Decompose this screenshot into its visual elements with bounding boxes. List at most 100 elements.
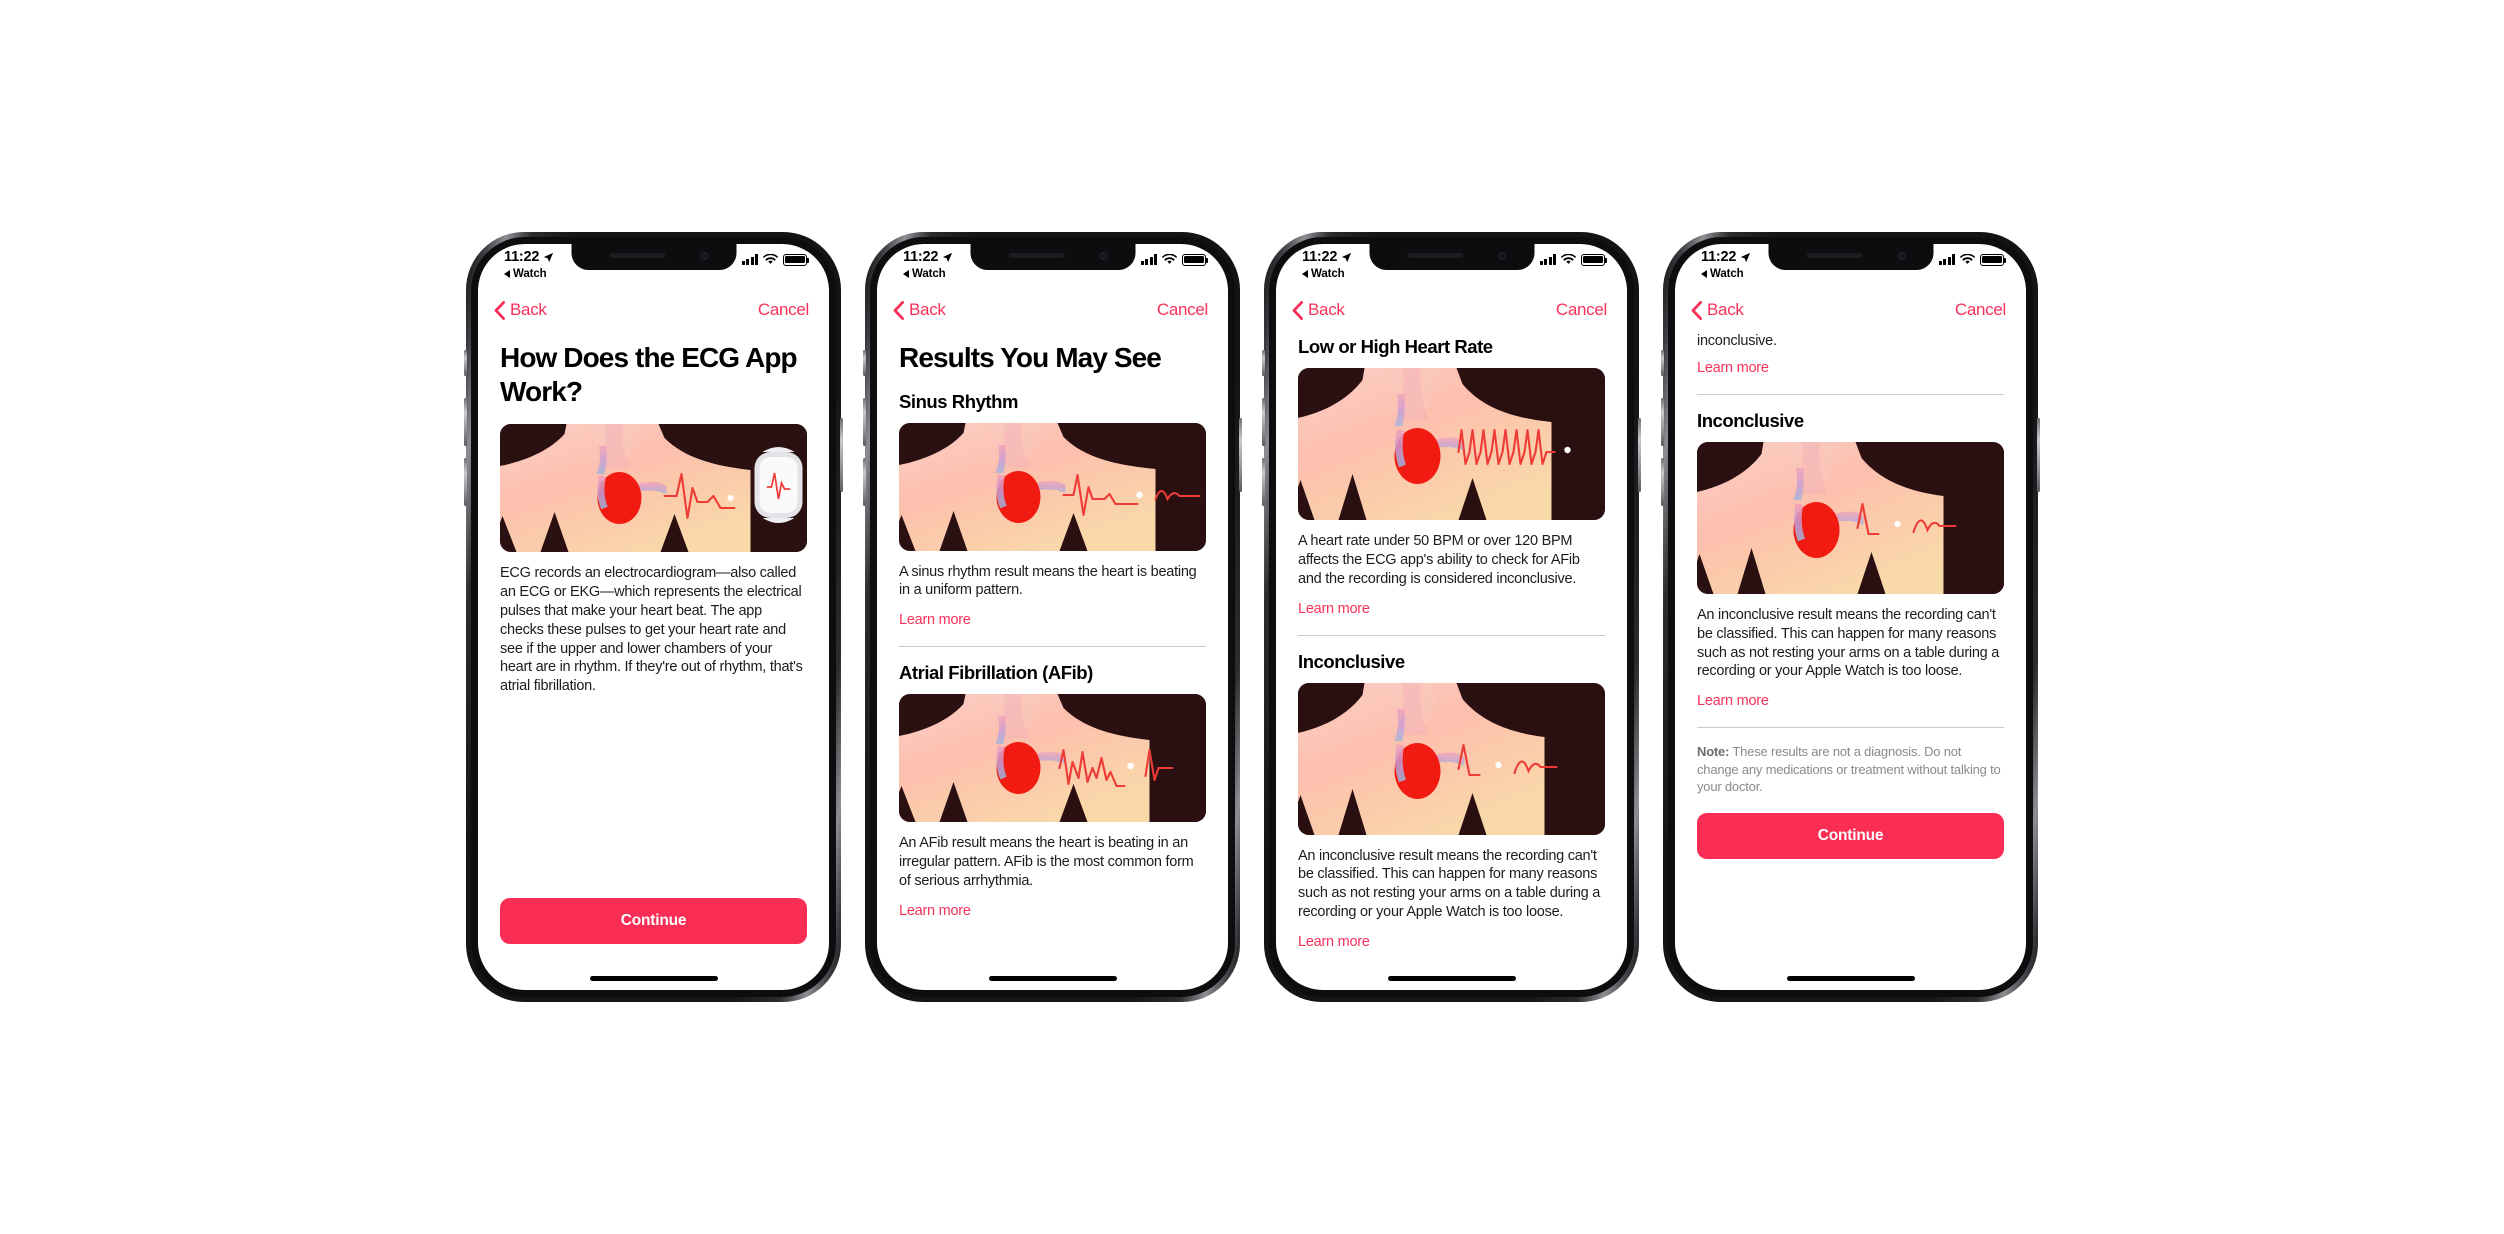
notch <box>571 244 736 270</box>
learn-more-link-afib[interactable]: Learn more <box>899 903 971 919</box>
learn-more-link-heart-rate[interactable]: Learn more <box>1298 601 1370 617</box>
silent-switch[interactable] <box>863 350 866 376</box>
location-arrow-icon <box>1741 252 1751 262</box>
body-text-1: ECG records an electrocardiogram—also ca… <box>500 565 803 695</box>
body-text-sinus-rhythm: A sinus rhythm result means the heart is… <box>899 563 1197 599</box>
power-button[interactable] <box>840 418 843 492</box>
front-camera <box>1897 252 1905 260</box>
earpiece-speaker <box>1806 253 1862 258</box>
front-camera <box>1498 252 1506 260</box>
section-title-inconclusive-3: Inconclusive <box>1298 650 1405 672</box>
silent-switch[interactable] <box>1661 350 1664 376</box>
section-divider-4 <box>1697 393 2004 395</box>
back-triangle-icon <box>1302 270 1308 279</box>
nav-cancel-button-1[interactable]: Cancel <box>758 300 809 320</box>
wifi-icon <box>1162 254 1177 265</box>
torso-heart-afib-illustration <box>899 694 1206 823</box>
nav-back-button-4[interactable]: Back <box>1691 300 1744 320</box>
learn-more-link-clipped-4[interactable]: Learn more <box>1697 360 1769 376</box>
page-title-1: How Does the ECG App Work? <box>500 342 798 407</box>
front-camera <box>700 252 708 260</box>
note-disclaimer: Note: These results are not a diagnosis.… <box>1697 743 2004 795</box>
status-back-label: Watch <box>1311 267 1345 280</box>
wifi-icon <box>1561 254 1576 265</box>
home-indicator-1[interactable] <box>589 976 718 981</box>
phone-1-screen: 11:22 Watch Back Cancel How Does the ECG… <box>478 244 829 990</box>
nav-bar-2: Back Cancel <box>877 288 1228 332</box>
silent-switch[interactable] <box>1262 350 1265 376</box>
learn-more-link-inconclusive-4[interactable]: Learn more <box>1697 693 1769 709</box>
volume-down-button[interactable] <box>863 458 866 506</box>
phone-4-screen: 11:22 Watch Back Cancel inconclusive. Le… <box>1675 244 2026 990</box>
back-triangle-icon <box>1701 270 1707 279</box>
power-button[interactable] <box>1638 418 1641 492</box>
status-time: 11:22 <box>1701 250 1751 265</box>
volume-up-button[interactable] <box>464 398 467 446</box>
page-title-2: Results You May See <box>899 342 1162 373</box>
silent-switch[interactable] <box>464 350 467 376</box>
home-indicator-3[interactable] <box>1387 976 1516 981</box>
nav-back-button-3[interactable]: Back <box>1292 300 1345 320</box>
status-time: 11:22 <box>1302 250 1352 265</box>
learn-more-link-sinus-rhythm[interactable]: Learn more <box>899 612 971 628</box>
nav-back-label-1: Back <box>510 300 547 319</box>
home-indicator-4[interactable] <box>1786 976 1915 981</box>
phone-3-screen: 11:22 Watch Back Cancel Low or High Hear… <box>1276 244 1627 990</box>
continue-button-4[interactable]: Continue <box>1697 813 2004 860</box>
volume-up-button[interactable] <box>863 398 866 446</box>
torso-heart-ecg-watch-illustration <box>500 424 807 553</box>
nav-back-label-4: Back <box>1707 300 1744 319</box>
notch <box>1768 244 1933 270</box>
power-button[interactable] <box>2037 418 2040 492</box>
volume-up-button[interactable] <box>1262 398 1265 446</box>
phone-4-content: inconclusive. Learn more Inconclusive An… <box>1675 332 2026 990</box>
status-bar-left: 11:22 Watch <box>1701 250 1751 280</box>
nav-cancel-button-4[interactable]: Cancel <box>1955 300 2006 320</box>
phone-1: 11:22 Watch Back Cancel How Does the ECG… <box>464 232 843 1002</box>
status-time: 11:22 <box>504 250 554 265</box>
learn-more-link-inconclusive-3[interactable]: Learn more <box>1298 934 1370 950</box>
clipped-body-text-4: inconclusive. <box>1697 333 1777 349</box>
cellular-signal-icon <box>1140 254 1157 266</box>
status-bar-left: 11:22 Watch <box>1302 250 1352 280</box>
nav-back-label-3: Back <box>1308 300 1345 319</box>
nav-cancel-button-3[interactable]: Cancel <box>1556 300 1607 320</box>
phone-3: 11:22 Watch Back Cancel Low or High Hear… <box>1262 232 1641 1002</box>
earpiece-speaker <box>609 253 665 258</box>
continue-button-1[interactable]: Continue <box>500 898 807 944</box>
nav-cancel-button-2[interactable]: Cancel <box>1157 300 1208 320</box>
notch <box>970 244 1135 270</box>
status-back-to-app[interactable]: Watch <box>1701 267 1744 281</box>
body-text-inconclusive-4: An inconclusive result means the recordi… <box>1697 606 2000 680</box>
power-button[interactable] <box>1239 418 1242 492</box>
volume-up-button[interactable] <box>1661 398 1664 446</box>
location-arrow-icon <box>1342 252 1352 262</box>
volume-down-button[interactable] <box>1262 458 1265 506</box>
section-title-afib: Atrial Fibrillation (AFib) <box>899 662 1093 684</box>
location-arrow-icon <box>544 252 554 262</box>
chevron-left-icon <box>1292 300 1303 320</box>
nav-back-button-1[interactable]: Back <box>494 300 547 320</box>
body-text-inconclusive-3: An inconclusive result means the recordi… <box>1298 847 1601 921</box>
status-back-label: Watch <box>912 267 946 280</box>
status-back-to-app[interactable]: Watch <box>1302 267 1345 281</box>
chevron-left-icon <box>893 300 904 320</box>
volume-down-button[interactable] <box>464 458 467 506</box>
status-bar-left: 11:22 Watch <box>504 250 554 280</box>
location-arrow-icon <box>943 252 953 262</box>
status-time-label: 11:22 <box>903 249 939 265</box>
body-text-afib: An AFib result means the heart is beatin… <box>899 835 1194 889</box>
nav-back-button-2[interactable]: Back <box>893 300 946 320</box>
section-divider-2 <box>899 646 1206 648</box>
status-back-to-app[interactable]: Watch <box>504 268 547 281</box>
status-back-to-app[interactable]: Watch <box>903 267 946 281</box>
status-back-label: Watch <box>1710 267 1744 280</box>
status-time-label: 11:22 <box>1701 249 1737 265</box>
wifi-icon <box>1960 254 1975 265</box>
status-time: 11:22 <box>903 250 953 265</box>
cellular-signal-icon <box>1539 254 1556 266</box>
volume-down-button[interactable] <box>1661 458 1664 506</box>
home-indicator-2[interactable] <box>988 976 1117 981</box>
chevron-left-icon <box>494 300 505 320</box>
note-label: Note: <box>1697 744 1730 760</box>
